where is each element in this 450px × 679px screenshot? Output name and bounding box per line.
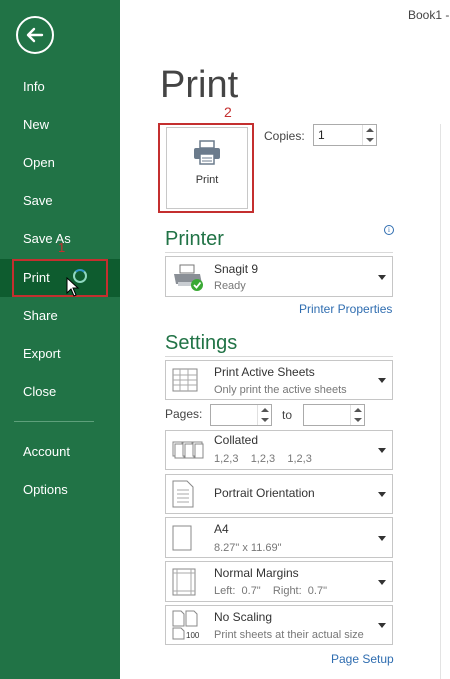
nav-item-open[interactable]: Open xyxy=(0,144,120,182)
chevron-down-icon xyxy=(378,274,386,280)
page-title: Print xyxy=(160,64,239,106)
nav-item-options[interactable]: Options xyxy=(0,471,120,509)
info-icon[interactable]: i xyxy=(384,225,394,235)
print-what-dropdown[interactable]: Print Active Sheets Only print the activ… xyxy=(165,360,393,400)
copies-spin-buttons[interactable] xyxy=(362,125,376,145)
pages-from-stepper[interactable] xyxy=(210,404,272,426)
chevron-down-icon xyxy=(378,579,386,585)
nav-item-close[interactable]: Close xyxy=(0,373,120,411)
pages-from-spin-buttons[interactable] xyxy=(257,405,271,425)
settings-section-rule xyxy=(165,356,393,357)
scaling-dropdown[interactable]: 100 No Scaling Print sheets at their act… xyxy=(165,605,393,645)
panel-divider xyxy=(440,124,441,679)
nav-item-share[interactable]: Share xyxy=(0,297,120,335)
pages-to-label: to xyxy=(282,408,293,422)
pages-to-stepper[interactable] xyxy=(303,404,365,426)
copies-stepper[interactable]: 1 xyxy=(313,124,377,146)
nav-item-account[interactable]: Account xyxy=(0,433,120,471)
chevron-down-icon xyxy=(378,623,386,628)
page-setup-link[interactable]: Page Setup xyxy=(331,652,394,666)
collated-icon xyxy=(172,441,204,459)
printer-icon xyxy=(194,140,220,165)
margins-dropdown[interactable]: Normal Margins Left: 0.7" Right: 0.7" xyxy=(165,561,393,602)
printer-properties-link[interactable]: Printer Properties xyxy=(299,302,392,316)
printer-status: Ready xyxy=(214,280,246,292)
svg-text:100: 100 xyxy=(186,631,200,640)
nav-item-info[interactable]: Info xyxy=(0,68,120,106)
collation-dropdown[interactable]: Collated 1,2,3 1,2,3 1,2,3 xyxy=(165,430,393,470)
window-title: Book1 - xyxy=(408,8,450,22)
nav-divider xyxy=(14,421,94,422)
copies-label: Copies: xyxy=(264,129,305,143)
printer-name: Snagit 9 xyxy=(214,262,259,276)
back-arrow-icon xyxy=(26,27,44,43)
nav-item-save[interactable]: Save xyxy=(0,182,120,220)
print-what-title: Print Active Sheets xyxy=(214,365,315,379)
portrait-orientation-icon xyxy=(172,480,194,508)
chevron-down-icon xyxy=(378,535,386,541)
printer-section-rule xyxy=(165,252,393,253)
nav-item-new[interactable]: New xyxy=(0,106,120,144)
margins-icon xyxy=(172,568,196,595)
no-scaling-icon: 100 xyxy=(172,610,200,640)
pages-to-spin-buttons[interactable] xyxy=(350,405,364,425)
margins-subtitle: Left: 0.7" Right: 0.7" xyxy=(214,585,327,597)
nav-item-export[interactable]: Export xyxy=(0,335,120,373)
settings-section-title: Settings xyxy=(165,332,238,354)
pages-label: Pages: xyxy=(165,407,203,421)
chevron-down-icon xyxy=(378,492,386,497)
print-button[interactable]: Print xyxy=(166,127,248,209)
paper-size-subtitle: 8.27" x 11.69" xyxy=(214,542,282,554)
collation-subtitle: 1,2,3 1,2,3 1,2,3 xyxy=(214,453,312,465)
annotation-step-1: 1 xyxy=(58,240,66,255)
scaling-title: No Scaling xyxy=(214,610,273,624)
paper-size-title: A4 xyxy=(214,522,229,536)
annotation-box-1 xyxy=(12,259,108,297)
scaling-subtitle: Print sheets at their actual size xyxy=(214,629,364,641)
chevron-down-icon xyxy=(378,448,386,453)
mouse-cursor-icon xyxy=(66,277,80,297)
print-what-subtitle: Only print the active sheets xyxy=(214,384,347,396)
orientation-dropdown[interactable]: Portrait Orientation xyxy=(165,474,393,514)
print-button-label: Print xyxy=(195,174,219,186)
chevron-down-icon xyxy=(378,378,386,383)
back-button[interactable] xyxy=(16,16,54,54)
printer-dropdown[interactable]: Snagit 9 Ready xyxy=(165,256,393,297)
copies-value: 1 xyxy=(318,128,325,142)
orientation-title: Portrait Orientation xyxy=(214,486,315,500)
backstage-sidebar: Info New Open Save Save As Print Share E… xyxy=(0,0,120,679)
printer-section-title: Printer xyxy=(165,228,224,250)
collation-title: Collated xyxy=(214,433,259,447)
annotation-step-2: 2 xyxy=(224,104,232,120)
paper-size-icon xyxy=(172,525,192,550)
printer-ready-icon xyxy=(174,264,203,291)
active-sheets-icon xyxy=(172,368,198,392)
margins-title: Normal Margins xyxy=(214,566,299,580)
paper-size-dropdown[interactable]: A4 8.27" x 11.69" xyxy=(165,517,393,558)
